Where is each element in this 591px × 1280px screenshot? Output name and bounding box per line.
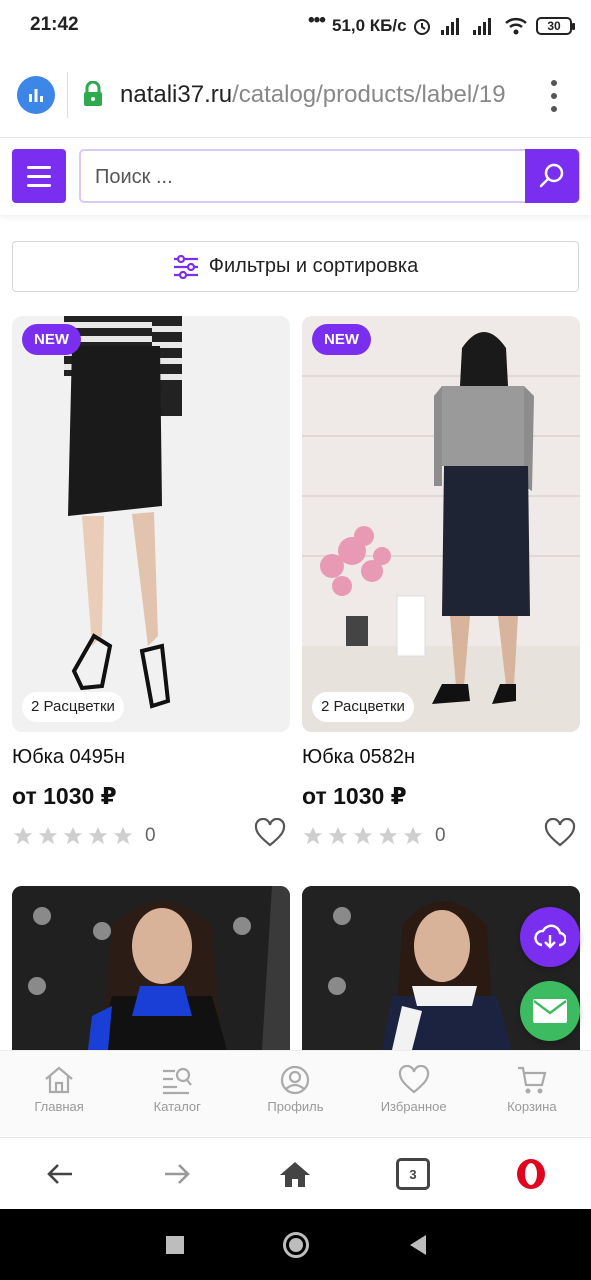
tab-count: 3 xyxy=(409,1166,417,1182)
download-button[interactable] xyxy=(520,907,580,967)
nav-label: Профиль xyxy=(267,1099,324,1114)
recent-apps-button[interactable] xyxy=(166,1236,184,1254)
status-icons: 30 xyxy=(412,16,575,36)
url-field[interactable]: natali37.ru/catalog/products/label/19 xyxy=(120,81,528,109)
site-header xyxy=(0,139,591,215)
product-image[interactable]: NEW 2 Расцветки xyxy=(302,316,580,732)
nav-item-profile[interactable]: Профиль xyxy=(236,1051,354,1136)
new-badge: NEW xyxy=(312,324,371,355)
url-host: natali37.ru xyxy=(120,81,233,108)
back-button[interactable] xyxy=(40,1154,80,1194)
tabs-icon: 3 xyxy=(396,1158,430,1190)
product-title[interactable]: Юбка 0495н xyxy=(12,746,290,769)
wifi-icon xyxy=(505,18,527,35)
site-bottom-nav: Главная Каталог Профиль Избранное Корзин… xyxy=(0,1050,591,1136)
opera-menu-button[interactable] xyxy=(511,1154,551,1194)
menu-button[interactable] xyxy=(12,149,66,203)
browser-address-bar: natali37.ru/catalog/products/label/19 xyxy=(0,54,591,138)
search-box xyxy=(79,149,580,203)
search-icon xyxy=(539,163,564,188)
url-path: /catalog/products/label/19 xyxy=(232,81,506,108)
star-icon xyxy=(328,826,348,845)
catalog-search-icon xyxy=(163,1067,193,1095)
search-button[interactable] xyxy=(525,149,579,203)
home-button[interactable] xyxy=(275,1154,315,1194)
nav-label: Избранное xyxy=(380,1099,447,1114)
rating-count: 0 xyxy=(145,825,156,846)
star-icon xyxy=(303,826,323,845)
lock-icon xyxy=(84,81,102,106)
search-input[interactable] xyxy=(95,162,515,192)
favorite-heart-icon[interactable] xyxy=(544,818,576,848)
status-dots: ••• xyxy=(308,10,326,31)
sliders-icon xyxy=(173,254,198,279)
mail-button[interactable] xyxy=(520,981,580,1041)
product-price: от 1030 ₽ xyxy=(12,783,117,809)
colors-badge: 2 Расцветки xyxy=(312,692,414,722)
star-icon xyxy=(88,826,108,845)
home-icon xyxy=(45,1066,73,1094)
product-rating: 0 xyxy=(302,824,580,848)
cart-icon xyxy=(517,1066,547,1094)
star-icon xyxy=(38,826,58,845)
system-nav-bar xyxy=(0,1209,591,1280)
browser-toolbar: 3 xyxy=(0,1137,591,1209)
alarm-icon xyxy=(414,19,430,35)
status-time: 21:42 xyxy=(30,14,79,35)
mail-icon xyxy=(533,999,567,1023)
colors-badge: 2 Расцветки xyxy=(22,692,124,722)
forward-button[interactable] xyxy=(157,1154,197,1194)
star-icon xyxy=(403,826,423,845)
profile-icon xyxy=(281,1065,310,1095)
product-card[interactable]: NEW 2 Расцветки Юбка 0495н от 1030 ₽ 0 xyxy=(12,316,290,848)
cloud-download-icon xyxy=(534,924,566,949)
arrow-right-icon xyxy=(165,1164,190,1184)
network-speed: 51,0 КБ/с xyxy=(332,16,407,35)
star-icon xyxy=(13,826,33,845)
home-icon xyxy=(280,1162,310,1187)
product-rating: 0 xyxy=(12,824,290,848)
nav-item-favorites[interactable]: Избранное xyxy=(355,1051,473,1136)
product-image[interactable]: NEW 2 Расцветки xyxy=(12,316,290,732)
signal-icon xyxy=(441,18,459,35)
nav-label: Корзина xyxy=(507,1099,557,1114)
tabs-button[interactable]: 3 xyxy=(393,1154,433,1194)
opera-logo-icon xyxy=(517,1159,545,1189)
nav-item-cart[interactable]: Корзина xyxy=(473,1051,591,1136)
star-icon xyxy=(378,826,398,845)
star-icon xyxy=(63,826,83,845)
product-title[interactable]: Юбка 0582н xyxy=(302,746,580,769)
nav-item-catalog[interactable]: Каталог xyxy=(118,1051,236,1136)
product-image[interactable] xyxy=(12,886,290,1050)
nav-label: Главная xyxy=(34,1099,84,1114)
signal-icon xyxy=(473,18,491,35)
favorite-heart-icon[interactable] xyxy=(254,818,286,848)
filters-label: Фильтры и сортировка xyxy=(208,255,419,277)
site-stats-icon[interactable] xyxy=(17,76,55,114)
product-price: от 1030 ₽ xyxy=(302,783,407,809)
arrow-left-icon xyxy=(47,1164,72,1184)
star-icon xyxy=(113,826,133,845)
battery-icon: 30 xyxy=(536,17,575,35)
heart-icon xyxy=(398,1065,429,1094)
browser-menu-icon[interactable] xyxy=(546,80,562,112)
home-system-button[interactable] xyxy=(283,1232,309,1258)
status-bar: 21:42 ••• 51,0 КБ/с 30 xyxy=(0,0,591,54)
product-card[interactable]: NEW 2 Расцветки Юбка 0582н от 1030 ₽ 0 xyxy=(302,316,580,848)
nav-item-home[interactable]: Главная xyxy=(0,1051,118,1136)
back-system-icon[interactable] xyxy=(408,1234,428,1256)
filters-sort-button[interactable]: Фильтры и сортировка xyxy=(12,241,579,292)
divider xyxy=(67,72,68,118)
star-icon xyxy=(353,826,373,845)
new-badge: NEW xyxy=(22,324,81,355)
nav-label: Каталог xyxy=(153,1099,201,1114)
rating-count: 0 xyxy=(435,825,446,846)
